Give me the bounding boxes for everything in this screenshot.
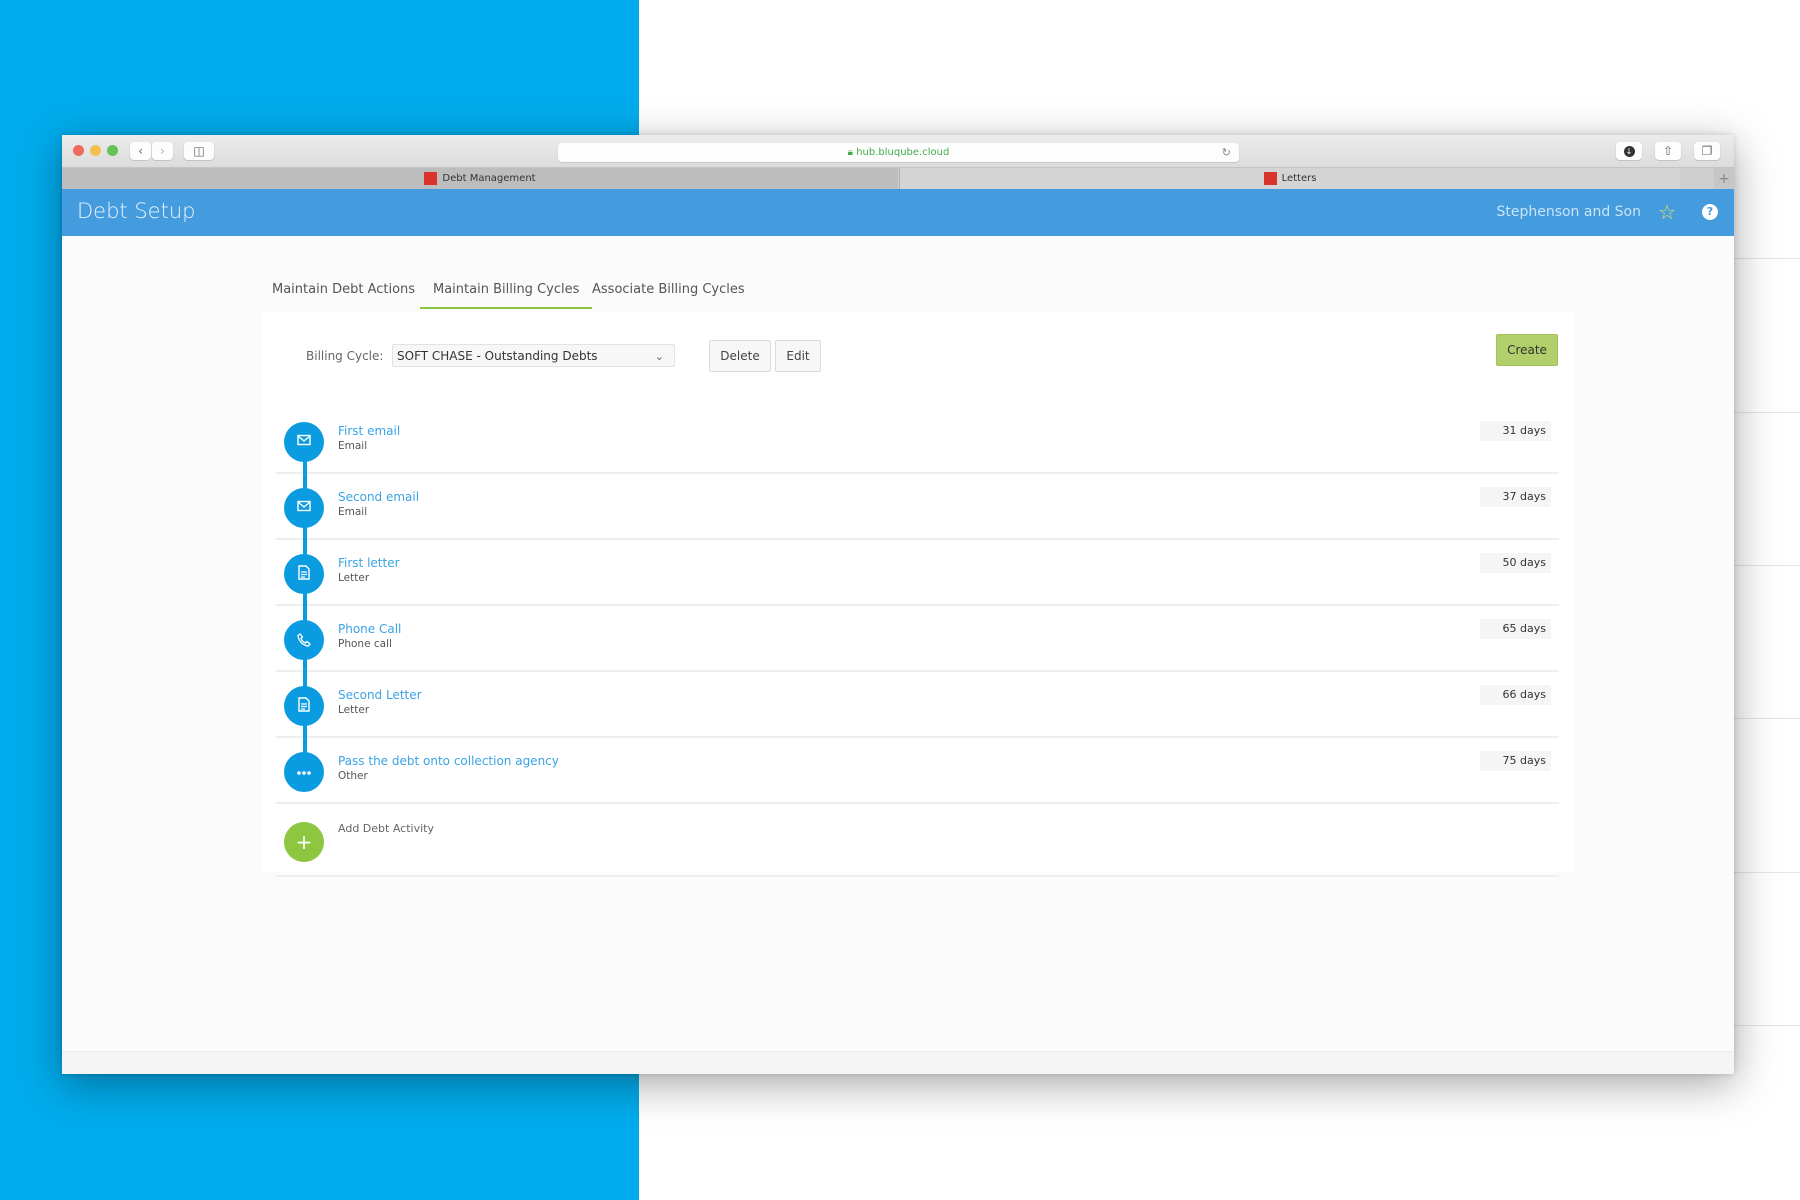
share-button[interactable]: ⇧ — [1655, 142, 1681, 160]
billing-cycle-label: Billing Cycle: — [306, 349, 384, 363]
debt-activity-row[interactable]: Pass the debt onto collection agency Othe… — [276, 736, 1559, 804]
new-tab-button[interactable]: + — [1714, 168, 1734, 190]
billing-cycle-panel: Billing Cycle: SOFT CHASE - Outstanding … — [262, 312, 1575, 877]
activity-title[interactable]: First letter — [338, 556, 400, 570]
star-icon[interactable]: ☆ — [1658, 200, 1676, 224]
debt-activity-row[interactable]: First letter Letter 50 days — [276, 538, 1559, 606]
activity-title[interactable]: First email — [338, 424, 400, 438]
document-icon — [284, 554, 324, 594]
company-name[interactable]: Stephenson and Son — [1496, 204, 1641, 220]
debt-activity-row[interactable]: Second Letter Letter 66 days — [276, 670, 1559, 738]
activity-days-badge: 50 days — [1480, 553, 1551, 573]
downloads-button[interactable]: ↓ — [1616, 142, 1642, 160]
page-title: Debt Setup — [77, 199, 196, 223]
sidebar-toggle-button[interactable]: ◫ — [184, 142, 214, 160]
activity-type: Phone call — [338, 638, 392, 650]
chevron-left-icon: ‹ — [138, 144, 143, 158]
activity-title[interactable]: Second Letter — [338, 688, 422, 702]
chevron-right-icon: › — [160, 144, 165, 158]
ellipsis-icon — [284, 752, 324, 792]
browser-window: ‹ › ◫ 🔒︎ hub.bluqube.cloud ↻ ↓ ⇧ ❐ Debt … — [62, 135, 1734, 1074]
favicon-icon — [424, 171, 438, 185]
browser-toolbar: ‹ › ◫ 🔒︎ hub.bluqube.cloud ↻ ↓ ⇧ ❐ — [62, 135, 1734, 167]
close-window-button[interactable] — [73, 145, 84, 156]
activity-days-badge: 65 days — [1480, 619, 1551, 639]
activity-days-badge: 75 days — [1480, 751, 1551, 771]
tabs-icon: ❐ — [1701, 144, 1713, 158]
forward-button[interactable]: › — [152, 142, 173, 160]
delete-button[interactable]: Delete — [709, 340, 771, 372]
share-icon: ⇧ — [1662, 144, 1674, 158]
document-icon — [284, 686, 324, 726]
app-header: Debt Setup Stephenson and Son ☆ ? — [62, 189, 1734, 236]
phone-icon — [284, 620, 324, 660]
debt-activity-row[interactable]: Phone Call Phone call 65 days — [276, 604, 1559, 672]
browser-tabbar: Debt Management Letters + — [62, 167, 1734, 190]
billing-cycle-select[interactable]: SOFT CHASE - Outstanding Debts ⌄ — [392, 344, 675, 367]
maximize-window-button[interactable] — [107, 145, 118, 156]
create-button[interactable]: Create — [1496, 334, 1558, 366]
tab-associate-billing-cycles[interactable]: Associate Billing Cycles — [592, 282, 745, 307]
footer — [62, 1051, 1734, 1074]
activity-type: Other — [338, 770, 368, 782]
chevron-down-icon: ⌄ — [654, 350, 664, 363]
envelope-icon — [284, 488, 324, 528]
edit-button[interactable]: Edit — [775, 340, 821, 372]
billing-cycle-value: SOFT CHASE - Outstanding Debts — [397, 349, 598, 363]
debt-activity-row[interactable]: First email Email 31 days — [276, 406, 1559, 474]
browser-tab-letters[interactable]: Letters — [899, 168, 1680, 190]
activity-title[interactable]: Pass the debt onto collection agency — [338, 754, 559, 768]
activity-type: Email — [338, 506, 368, 518]
reload-icon[interactable]: ↻ — [1222, 143, 1231, 162]
activity-type: Letter — [338, 572, 370, 584]
address-bar[interactable]: 🔒︎ hub.bluqube.cloud ↻ — [558, 143, 1239, 162]
activity-type: Email — [338, 440, 368, 452]
debt-activity-row[interactable]: Second email Email 37 days — [276, 472, 1559, 540]
browser-tab-debt-management[interactable]: Debt Management — [62, 168, 898, 190]
download-icon: ↓ — [1623, 146, 1635, 157]
activity-title[interactable]: Phone Call — [338, 622, 401, 636]
activity-days-badge: 66 days — [1480, 685, 1551, 705]
sidebar-icon: ◫ — [193, 144, 205, 158]
tab-maintain-billing-cycles[interactable]: Maintain Billing Cycles — [420, 282, 593, 309]
activity-days-badge: 31 days — [1480, 421, 1551, 441]
activity-title[interactable]: Second email — [338, 490, 419, 504]
activity-type: Letter — [338, 704, 370, 716]
activity-days-badge: 37 days — [1480, 487, 1551, 507]
minimize-window-button[interactable] — [90, 145, 101, 156]
plus-icon[interactable]: + — [284, 822, 324, 862]
tab-maintain-debt-actions[interactable]: Maintain Debt Actions — [272, 282, 415, 307]
add-debt-activity-link[interactable]: Add Debt Activity — [338, 822, 434, 835]
add-debt-activity-row[interactable]: + Add Debt Activity — [276, 802, 1559, 877]
help-icon[interactable]: ? — [1702, 204, 1718, 220]
favicon-icon — [1263, 171, 1277, 185]
url-text: hub.bluqube.cloud — [856, 147, 950, 158]
show-tabs-button[interactable]: ❐ — [1694, 142, 1720, 160]
envelope-icon — [284, 422, 324, 462]
lock-icon: 🔒︎ — [847, 147, 853, 158]
back-button[interactable]: ‹ — [130, 142, 151, 160]
